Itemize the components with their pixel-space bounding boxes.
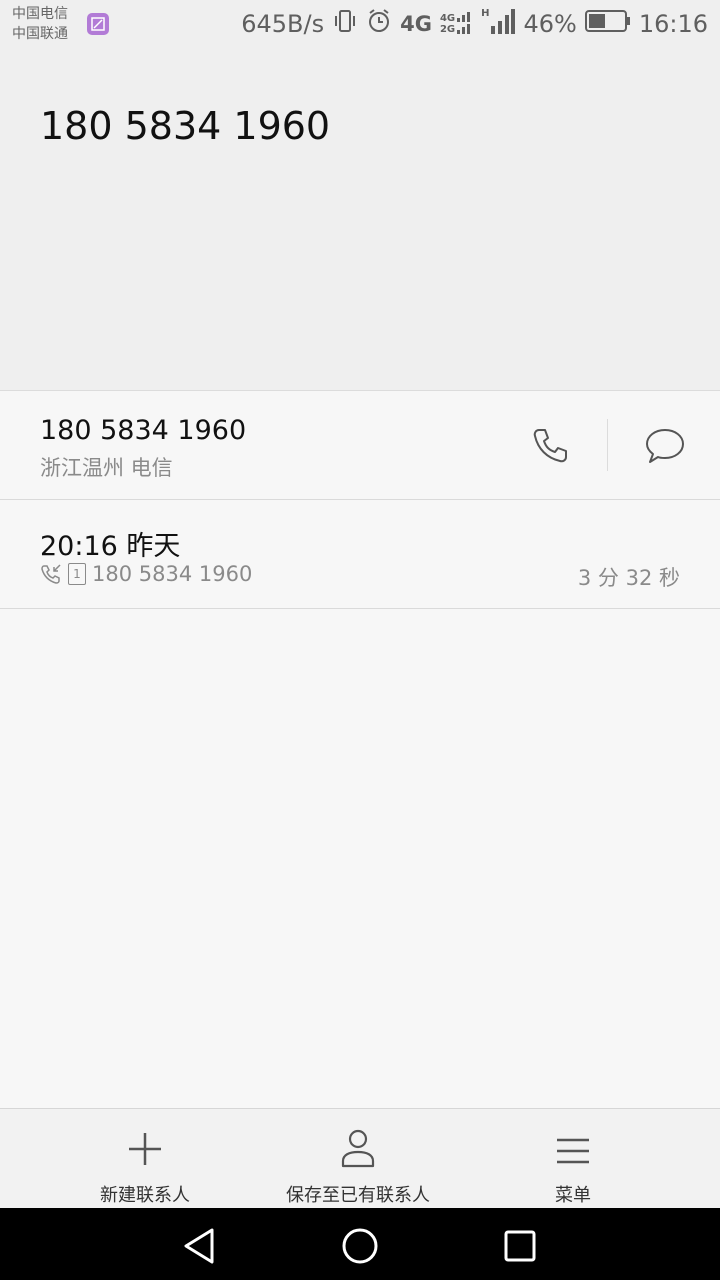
save-to-existing-button[interactable]: 保存至已有联系人 — [278, 1109, 438, 1209]
net-speed: 645B/s — [241, 10, 325, 38]
carrier-names: 中国电信 中国联通 — [12, 4, 68, 44]
back-button[interactable] — [180, 1226, 220, 1266]
call-details: 1 180 5834 1960 — [40, 562, 252, 586]
message-button[interactable] — [635, 416, 695, 476]
number-row[interactable]: 180 5834 1960 浙江温州 电信 — [0, 391, 720, 500]
sim-notification-icon — [87, 13, 109, 35]
carrier-1: 中国电信 — [12, 6, 68, 22]
phone-icon — [533, 429, 567, 463]
call-log-row[interactable]: 20:16 昨天 1 180 5834 1960 3 分 32 秒 — [0, 500, 720, 609]
menu-button[interactable]: 菜单 — [523, 1109, 623, 1209]
recents-icon — [504, 1230, 536, 1262]
status-bar: 中国电信 中国联通 645B/s 4G 4G 2G H 46% 16:16 — [0, 0, 720, 48]
person-icon — [341, 1129, 375, 1168]
menu-icon — [557, 1138, 589, 1164]
new-contact-button[interactable]: 新建联系人 — [85, 1109, 205, 1209]
alarm-icon — [366, 8, 392, 40]
signal-2-group: 4G 2G — [440, 8, 473, 40]
net-type-1: 4G — [400, 12, 432, 36]
sim-slot-icon: 1 — [68, 563, 86, 585]
menu-label: 菜单 — [555, 1185, 591, 1206]
system-nav-bar — [0, 1208, 720, 1280]
net-type-2a: 4G — [439, 13, 456, 24]
home-icon — [342, 1228, 378, 1264]
net-type-3: H — [481, 8, 490, 19]
call-time: 20:16 昨天 — [40, 531, 181, 562]
signal-bars-icon — [457, 8, 473, 40]
call-duration: 3 分 32 秒 — [577, 566, 680, 590]
battery-icon — [584, 9, 631, 39]
back-icon — [184, 1228, 214, 1264]
contact-header: 180 5834 1960 — [0, 48, 720, 391]
save-to-existing-label: 保存至已有联系人 — [286, 1185, 430, 1206]
call-button[interactable] — [520, 416, 580, 476]
number-location: 浙江温州 电信 — [40, 456, 173, 480]
call-number: 180 5834 1960 — [92, 562, 253, 586]
carrier-2: 中国联通 — [12, 26, 68, 42]
number-text: 180 5834 1960 — [40, 415, 247, 446]
recents-button[interactable] — [500, 1226, 540, 1266]
status-icons: 645B/s 4G 4G 2G H 46% 16:16 — [241, 6, 708, 42]
bottom-action-bar: 新建联系人 保存至已有联系人 菜单 — [0, 1108, 720, 1209]
header-phone-number: 180 5834 1960 — [40, 104, 331, 148]
action-divider — [607, 419, 608, 471]
home-button[interactable] — [340, 1226, 380, 1266]
signal-strength-icon — [491, 8, 516, 40]
plus-icon — [129, 1133, 161, 1165]
new-contact-label: 新建联系人 — [100, 1185, 190, 1206]
vibrate-icon — [332, 8, 358, 40]
battery-percent: 46% — [523, 10, 577, 38]
sim-slot-number: 1 — [73, 567, 81, 581]
incoming-call-icon — [41, 564, 61, 584]
net-type-2b: 2G — [439, 24, 456, 35]
clock: 16:16 — [638, 10, 708, 38]
signal-3-group: H — [481, 8, 516, 40]
message-icon — [646, 429, 684, 463]
